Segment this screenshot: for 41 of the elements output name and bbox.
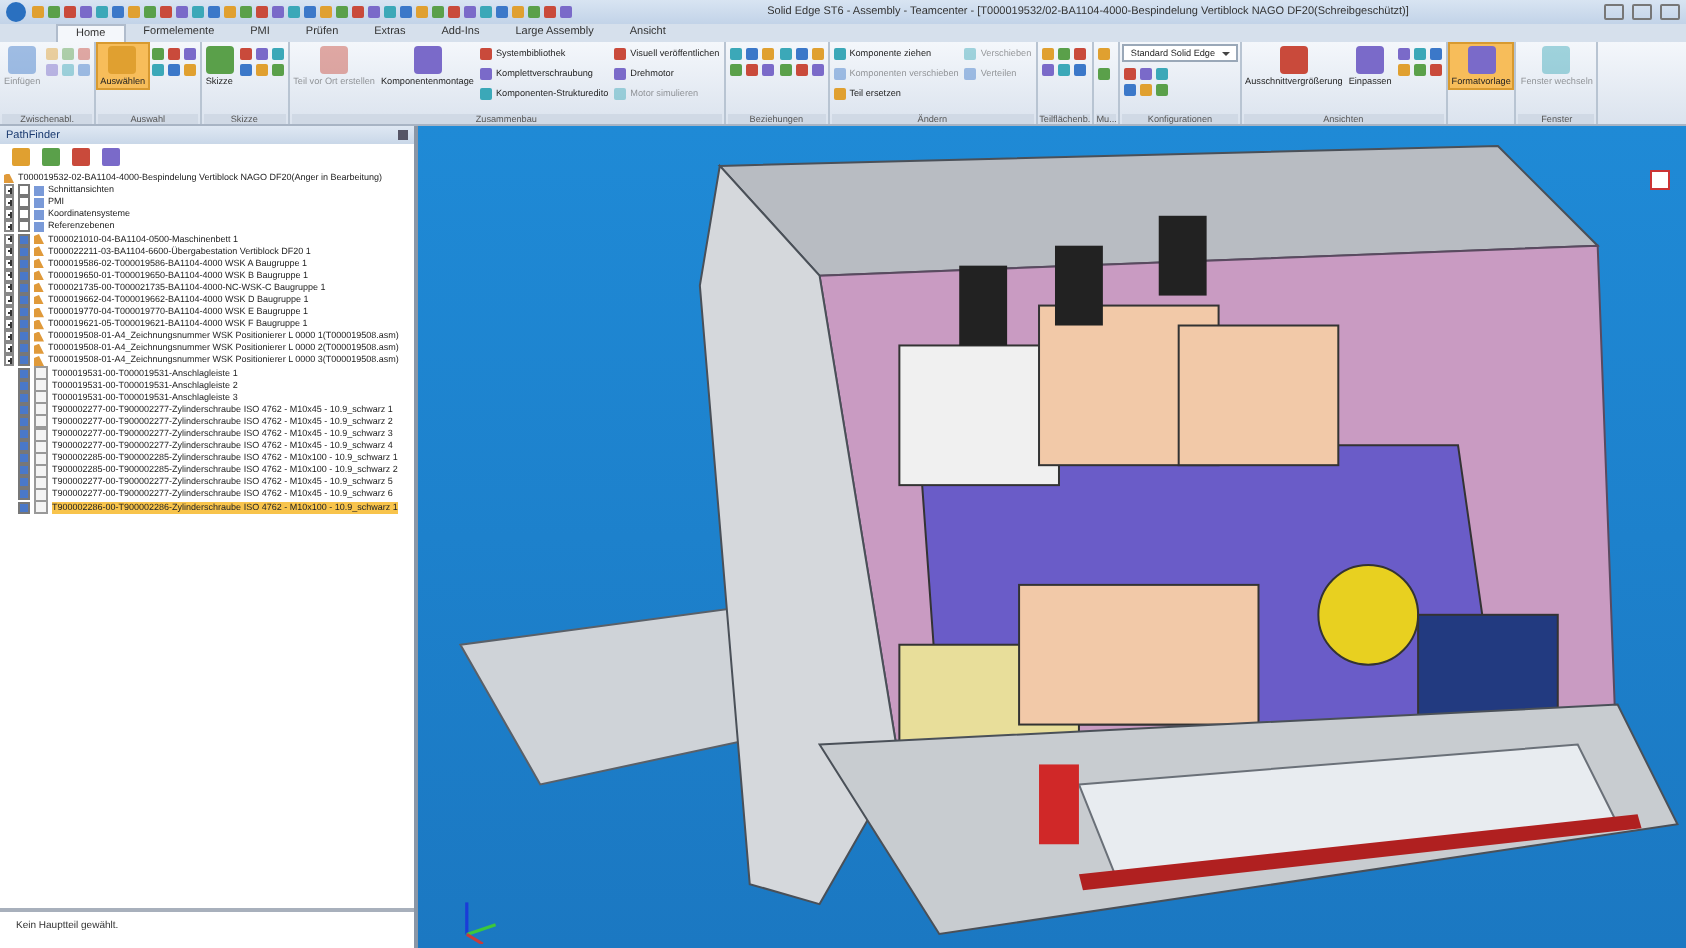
close-icon[interactable] bbox=[1660, 4, 1680, 20]
expand-icon[interactable] bbox=[4, 318, 14, 331]
expand-icon[interactable] bbox=[4, 354, 14, 367]
expand-icon[interactable] bbox=[4, 196, 14, 209]
expand-icon[interactable] bbox=[4, 293, 14, 306]
checkbox[interactable] bbox=[18, 342, 30, 355]
checkbox[interactable] bbox=[18, 196, 30, 209]
checkbox[interactable] bbox=[18, 318, 30, 331]
expand-icon[interactable] bbox=[4, 306, 14, 319]
expand-icon[interactable] bbox=[4, 257, 14, 270]
checkbox[interactable] bbox=[18, 501, 30, 514]
expand-icon[interactable] bbox=[4, 245, 14, 258]
checkbox[interactable] bbox=[18, 476, 30, 489]
checkbox[interactable] bbox=[18, 354, 30, 367]
checkbox[interactable] bbox=[18, 233, 30, 246]
assembly-icon bbox=[4, 173, 14, 184]
expand-icon[interactable] bbox=[4, 281, 14, 294]
checkbox[interactable] bbox=[18, 452, 30, 465]
expand-icon[interactable] bbox=[4, 330, 14, 343]
expand-icon[interactable] bbox=[4, 184, 14, 197]
ribbon-button[interactable] bbox=[1096, 64, 1113, 82]
checkbox[interactable] bbox=[18, 440, 30, 453]
checkbox[interactable] bbox=[18, 306, 30, 319]
checkbox[interactable] bbox=[18, 488, 30, 501]
checkbox[interactable] bbox=[18, 330, 30, 343]
checkbox[interactable] bbox=[18, 428, 30, 441]
minimize-icon[interactable] bbox=[1604, 4, 1624, 20]
view-icon[interactable] bbox=[1650, 170, 1670, 190]
app-logo-icon[interactable] bbox=[6, 2, 26, 22]
checkbox[interactable] bbox=[18, 464, 30, 477]
ribbon-button[interactable] bbox=[1096, 44, 1113, 62]
expand-icon[interactable] bbox=[4, 233, 14, 246]
expand-icon[interactable] bbox=[4, 220, 14, 233]
expand-icon[interactable] bbox=[4, 342, 14, 355]
expand-icon[interactable] bbox=[4, 269, 14, 282]
expand-icon[interactable] bbox=[4, 208, 14, 221]
checkbox[interactable] bbox=[18, 208, 30, 221]
checkbox[interactable] bbox=[18, 220, 30, 233]
checkbox[interactable] bbox=[18, 367, 30, 380]
checkbox[interactable] bbox=[18, 184, 30, 197]
maximize-icon[interactable] bbox=[1632, 4, 1652, 20]
